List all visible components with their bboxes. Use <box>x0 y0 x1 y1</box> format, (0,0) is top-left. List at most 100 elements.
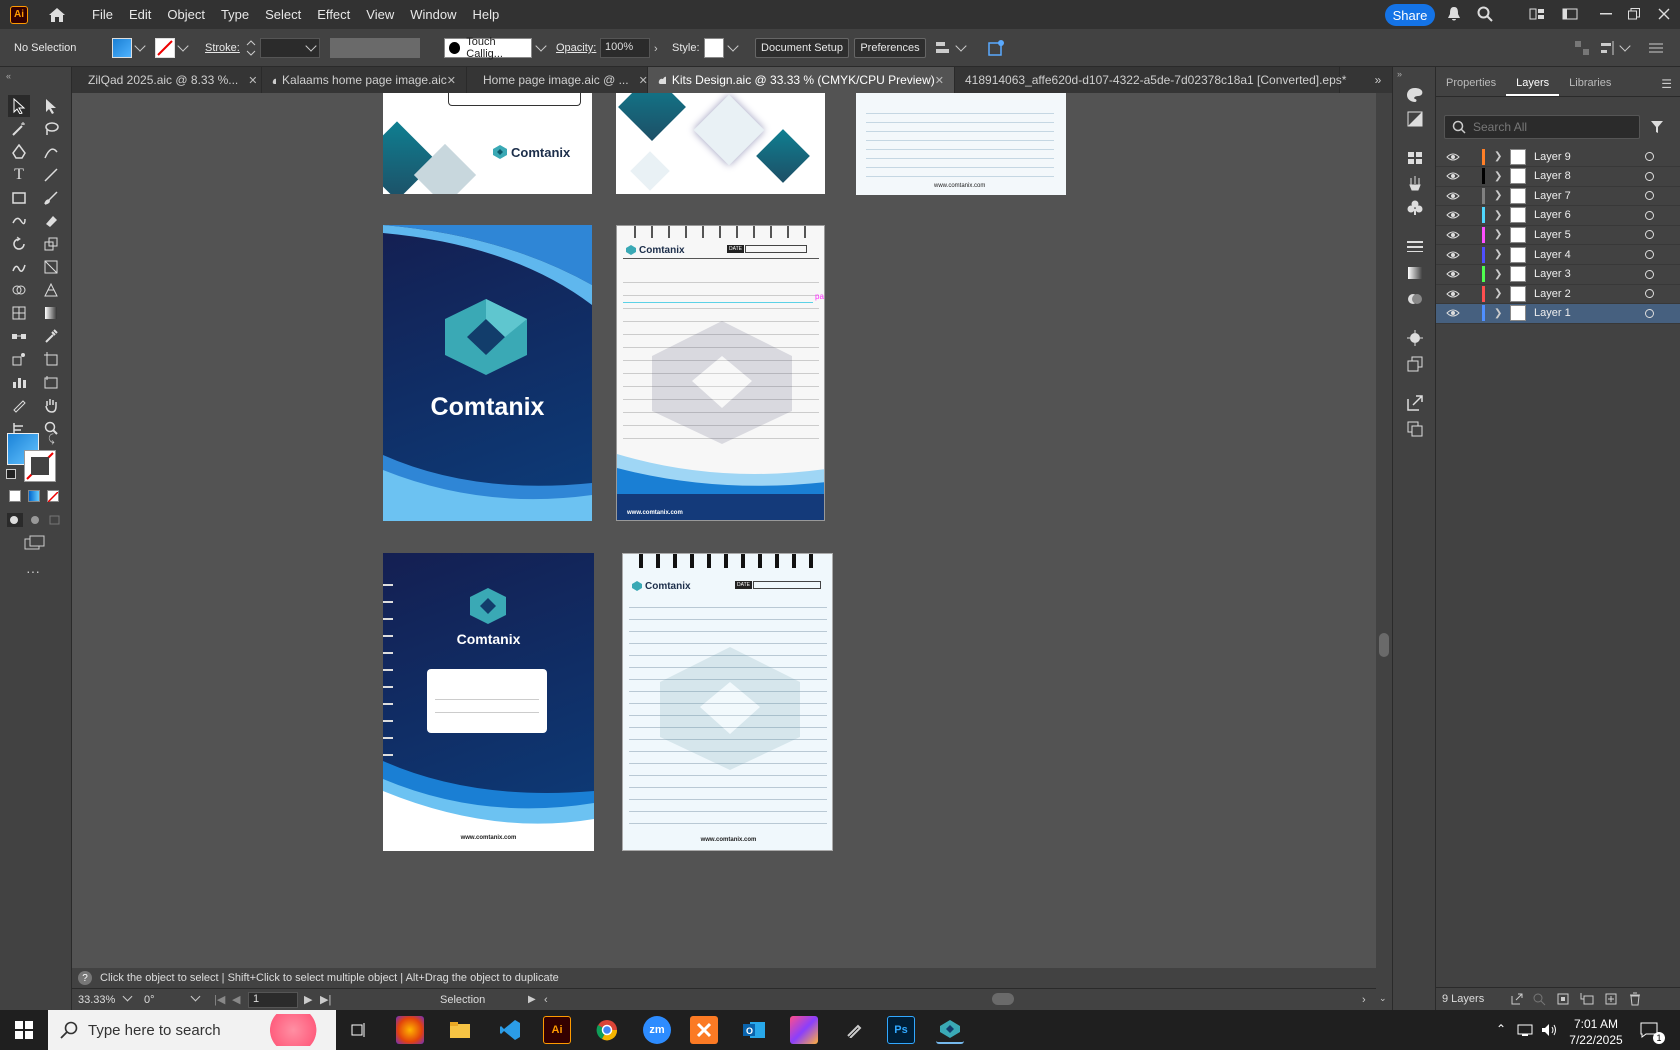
recolor-icon[interactable] <box>986 38 1006 58</box>
export-icon[interactable] <box>1405 393 1425 413</box>
artboard-notebook-cover[interactable]: Comtanix <box>383 225 592 521</box>
layer-name[interactable]: Layer 3 <box>1534 268 1571 280</box>
rotation-dropdown-icon[interactable] <box>190 991 201 1002</box>
layer-name[interactable]: Layer 1 <box>1534 307 1571 319</box>
column-graph-tool-icon[interactable] <box>8 371 30 393</box>
pencil-tool-icon[interactable] <box>8 394 30 416</box>
scroll-down-icon[interactable]: ⌄ <box>1379 993 1387 1004</box>
layer-row[interactable]: ❯ Layer 8 <box>1436 167 1680 187</box>
graphic-style-swatch[interactable] <box>704 38 724 58</box>
expand-chevron-icon[interactable]: ❯ <box>1494 190 1502 201</box>
tab-kalaams[interactable]: Kalaams home page image.aic ✕ <box>262 67 467 93</box>
expand-chevron-icon[interactable]: ❯ <box>1494 269 1502 280</box>
target-circle-icon[interactable] <box>1645 230 1654 240</box>
slice-tool-icon[interactable] <box>40 371 62 393</box>
artboard-card-front[interactable]: Comtanix <box>383 93 592 194</box>
paintbrush-tool-icon[interactable] <box>40 187 62 209</box>
arrange-documents-icon[interactable] <box>1528 6 1546 22</box>
clock-date[interactable]: 7/22/2025 <box>1566 1033 1626 1047</box>
symbol-sprayer-tool-icon[interactable] <box>8 348 30 370</box>
symbols-icon[interactable] <box>1405 198 1425 218</box>
layer-name[interactable]: Layer 9 <box>1534 151 1571 163</box>
draw-behind-icon[interactable] <box>27 513 43 527</box>
tab-zilqad[interactable]: ZilQad 2025.aic @ 8.33 %... ✕ <box>72 67 262 93</box>
expand-chevron-icon[interactable]: ❯ <box>1494 229 1502 240</box>
scroll-left-icon[interactable]: ‹ <box>544 994 548 1006</box>
target-circle-icon[interactable] <box>1645 152 1654 161</box>
lasso-tool-icon[interactable] <box>40 118 62 140</box>
previous-artboard-icon[interactable]: ◀ <box>232 993 240 1006</box>
layer-name[interactable]: Layer 2 <box>1534 288 1571 300</box>
color-panel-icon[interactable] <box>1405 85 1425 105</box>
brushes-icon[interactable] <box>1405 173 1425 193</box>
type-tool-icon[interactable]: T <box>8 164 30 186</box>
line-tool-icon[interactable] <box>40 164 62 186</box>
horizontal-scroll-thumb[interactable] <box>992 993 1014 1005</box>
fill-swatch[interactable] <box>112 38 132 58</box>
vertical-scrollbar[interactable]: ⌄ <box>1376 93 1392 1010</box>
outlook-icon[interactable]: O <box>740 1016 768 1044</box>
artboard-tool-icon[interactable] <box>40 348 62 370</box>
magic-wand-tool-icon[interactable] <box>8 118 30 140</box>
stroke-color-swatch[interactable] <box>24 450 56 482</box>
close-tab-icon[interactable]: ✕ <box>935 74 944 87</box>
stroke-dropdown-icon[interactable] <box>177 40 189 52</box>
style-dropdown-icon[interactable] <box>727 40 739 52</box>
distribute-dropdown-icon[interactable] <box>1619 40 1631 52</box>
warp-tool-icon[interactable] <box>8 256 30 278</box>
draw-normal-icon[interactable] <box>7 513 23 527</box>
menu-select[interactable]: Select <box>257 7 309 22</box>
layer-row[interactable]: ❯ Layer 9 <box>1436 147 1680 167</box>
close-icon[interactable] <box>1655 6 1673 22</box>
menu-object[interactable]: Object <box>159 7 213 22</box>
visibility-eye-icon[interactable] <box>1446 171 1460 181</box>
expand-chevron-icon[interactable]: ❯ <box>1494 210 1502 221</box>
brush-definition[interactable]: Touch Callig... <box>444 36 532 60</box>
clock-time[interactable]: 7:01 AM <box>1566 1017 1626 1031</box>
canvas[interactable]: Comtanix www.comtanix.com Comtanix Comta… <box>72 93 1376 968</box>
xampp-icon[interactable] <box>690 1016 718 1044</box>
artboard-notepad-spiral[interactable]: Comtanix DATE path www.comtanix.com <box>616 225 825 521</box>
expand-chevron-icon[interactable]: ❯ <box>1494 308 1502 319</box>
visibility-eye-icon[interactable] <box>1446 250 1460 260</box>
tab-converted-eps[interactable]: 418914063_affe620d-d107-4322-a5de-7d0237… <box>955 67 1346 93</box>
zoom-dropdown-icon[interactable] <box>122 991 133 1002</box>
transparency-icon[interactable] <box>1405 289 1425 309</box>
blend-tool-icon[interactable] <box>8 325 30 347</box>
close-tab-icon[interactable]: ✕ <box>248 74 257 87</box>
visibility-eye-icon[interactable] <box>1446 152 1460 162</box>
tab-home-page[interactable]: Home page image.aic @ ... ✕ <box>467 67 648 93</box>
rotate-tool-icon[interactable] <box>8 233 30 255</box>
tray-overflow-icon[interactable]: ⌃ <box>1496 1022 1506 1036</box>
expand-chevron-icon[interactable]: ❯ <box>1494 288 1502 299</box>
search-icon[interactable] <box>1476 6 1494 22</box>
taskbar-search-input[interactable]: Type here to search <box>48 1010 336 1050</box>
workspace-icon[interactable] <box>1561 6 1579 22</box>
next-artboard-icon[interactable]: ▶ <box>304 993 312 1006</box>
mesh-tool-icon[interactable] <box>8 302 30 324</box>
panel-menu-icon[interactable] <box>1648 40 1664 56</box>
free-transform-tool-icon[interactable] <box>40 256 62 278</box>
vertical-scroll-thumb[interactable] <box>1379 633 1389 657</box>
layer-name[interactable]: Layer 8 <box>1534 170 1571 182</box>
collapse-dock-icon[interactable]: » <box>1397 69 1402 79</box>
last-artboard-icon[interactable]: ▶| <box>320 993 331 1006</box>
zoom-app-icon[interactable]: zm <box>643 1016 671 1044</box>
selection-tool-icon[interactable] <box>8 95 30 117</box>
artboard-spiral-notepad[interactable]: Comtanix DATE www.comtanix.com <box>622 553 833 851</box>
artboard-notepad-small[interactable]: www.comtanix.com <box>856 93 1066 195</box>
firefox-icon[interactable] <box>396 1016 424 1044</box>
variable-width-profile[interactable] <box>330 38 420 58</box>
hand-tool-icon[interactable] <box>40 394 62 416</box>
expand-chevron-icon[interactable]: ❯ <box>1494 249 1502 260</box>
eraser-tool-icon[interactable] <box>40 210 62 232</box>
task-view-icon[interactable] <box>346 1016 374 1044</box>
stroke-swatch[interactable] <box>155 38 175 58</box>
visibility-eye-icon[interactable] <box>1446 210 1460 220</box>
stroke-label[interactable]: Stroke: <box>205 42 240 54</box>
visibility-eye-icon[interactable] <box>1446 289 1460 299</box>
layer-name[interactable]: Layer 6 <box>1534 209 1571 221</box>
close-tab-icon[interactable]: ✕ <box>447 74 456 87</box>
gradient-tool-icon[interactable] <box>40 302 62 324</box>
distribute-icon[interactable] <box>1600 40 1616 56</box>
